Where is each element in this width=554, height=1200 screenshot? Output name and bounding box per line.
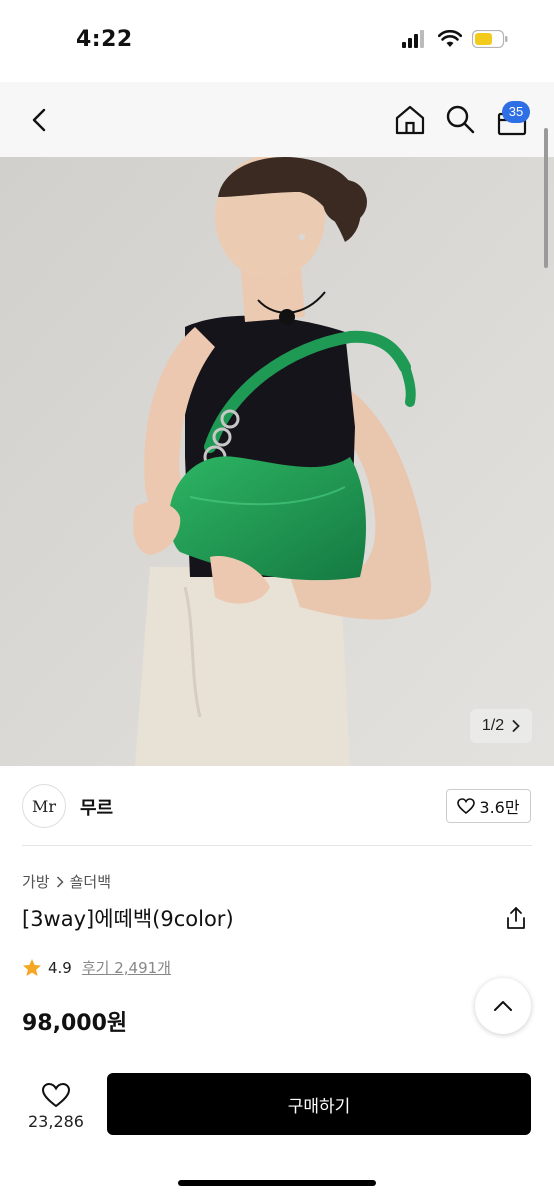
search-icon[interactable] [445, 104, 475, 134]
breadcrumb-category[interactable]: 가방 [22, 871, 50, 892]
breadcrumb: 가방 숄더백 [22, 871, 111, 892]
home-indicator [178, 1180, 376, 1186]
brand-like-button[interactable]: 3.6만 [446, 789, 531, 823]
chevron-up-icon [494, 1001, 512, 1011]
star-icon [23, 958, 41, 976]
product-title: [3way]에떼백(9color) [22, 907, 234, 931]
divider [22, 845, 532, 846]
rating-row: 4.9 후기 2,491개 [22, 957, 171, 978]
scroll-to-top-button[interactable] [475, 978, 531, 1034]
bottom-action-bar: 23,286 구매하기 [0, 1062, 554, 1200]
brand-like-count: 3.6만 [479, 798, 520, 817]
status-icons [402, 30, 508, 48]
image-counter[interactable]: 1/2 [470, 709, 532, 743]
rating-value: 4.9 [48, 958, 72, 977]
nav-bar: 35 [0, 82, 554, 157]
brand-row: Mr 무르 3.6만 [0, 778, 554, 844]
wifi-icon [438, 30, 462, 47]
product-image[interactable] [0, 157, 554, 766]
brand-name[interactable]: 무르 [80, 794, 113, 820]
heart-icon [41, 1082, 71, 1107]
chevron-left-icon[interactable] [26, 106, 54, 134]
signal-icon [402, 30, 424, 48]
share-icon[interactable] [505, 906, 527, 930]
chevron-right-icon [512, 720, 520, 732]
buy-button[interactable]: 구매하기 [107, 1073, 531, 1135]
battery-icon [472, 30, 508, 48]
wishlist-button[interactable]: 23,286 [20, 1074, 92, 1138]
breadcrumb-subcategory[interactable]: 숄더백 [70, 871, 111, 892]
brand-logo[interactable]: Mr [22, 784, 66, 828]
cart-count-badge: 35 [502, 101, 530, 123]
status-bar: 4:22 [0, 0, 554, 82]
home-icon[interactable] [394, 104, 426, 136]
wishlist-count: 23,286 [28, 1111, 84, 1131]
product-price: 98,000원 [22, 1011, 128, 1036]
chevron-right-icon [56, 875, 64, 888]
status-time: 4:22 [76, 27, 133, 52]
review-count-link[interactable]: 후기 2,491개 [82, 957, 171, 978]
brand-logo-text: Mr [31, 796, 57, 816]
heart-icon [457, 798, 476, 814]
product-photo [0, 157, 554, 766]
scrollbar[interactable] [544, 128, 548, 268]
image-counter-label: 1/2 [481, 717, 505, 734]
